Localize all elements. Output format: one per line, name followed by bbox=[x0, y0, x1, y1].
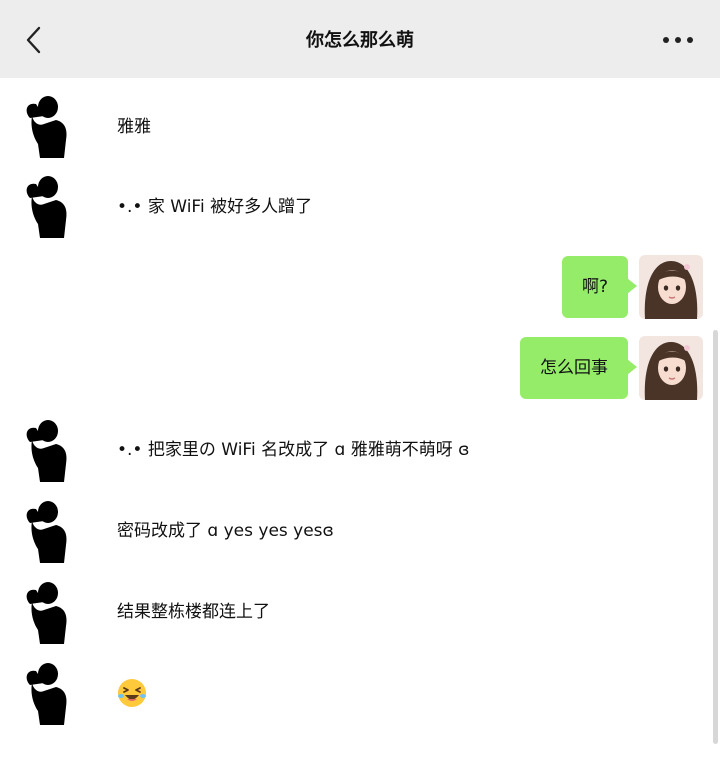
contact-avatar[interactable] bbox=[22, 661, 76, 725]
user-photo-icon bbox=[639, 336, 703, 400]
message-text: •.• 家 WiFi 被好多人蹭了 bbox=[117, 197, 313, 217]
message-bubble-self[interactable]: 怎么回事 bbox=[520, 337, 637, 399]
user-avatar[interactable] bbox=[639, 255, 703, 319]
contact-avatar[interactable] bbox=[22, 174, 76, 238]
user-photo-icon bbox=[639, 255, 703, 319]
message-text: 结果整栋楼都连上了 bbox=[117, 602, 270, 622]
scrollbar[interactable] bbox=[713, 330, 718, 744]
contact-avatar[interactable] bbox=[22, 94, 76, 158]
message-bubble-self[interactable]: 啊? bbox=[561, 256, 638, 318]
laughing-squint-emoji-icon bbox=[118, 679, 146, 707]
message-emoji bbox=[117, 678, 147, 708]
contact-avatar[interactable] bbox=[22, 580, 76, 644]
chat-header: 你怎么那么萌 bbox=[0, 0, 720, 78]
more-horizontal-icon bbox=[663, 37, 693, 43]
message-text: 雅雅 bbox=[117, 117, 151, 137]
message-text: •.• 把家里の WiFi 名改成了 ɑ 雅雅萌不萌呀 ɞ bbox=[117, 440, 470, 460]
more-options-button[interactable] bbox=[656, 24, 700, 56]
chat-title: 你怎么那么萌 bbox=[306, 30, 414, 51]
contact-avatar[interactable] bbox=[22, 418, 76, 482]
user-avatar[interactable] bbox=[639, 336, 703, 400]
contact-avatar[interactable] bbox=[22, 499, 76, 563]
message-text: 密码改成了 ɑ yes yes yesɞ bbox=[117, 521, 334, 541]
